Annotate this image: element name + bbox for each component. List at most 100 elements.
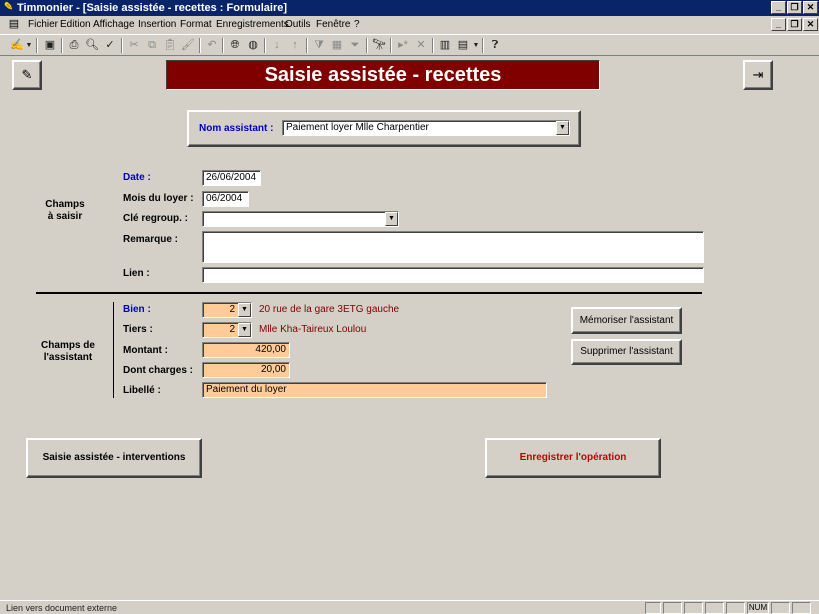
format-painter-icon[interactable]: 🖌︎ — [179, 37, 197, 54]
status-panel — [663, 602, 682, 614]
view-dropdown-icon[interactable]: ▼ — [25, 37, 33, 54]
status-panel — [771, 602, 790, 614]
exit-door-icon: ⇥ — [752, 67, 764, 82]
menu-fenetre[interactable]: Fenêtre — [316, 18, 350, 31]
save-icon[interactable]: ▣ — [41, 37, 59, 54]
charges-field[interactable]: 20,00 — [202, 362, 290, 378]
apply-filter-icon[interactable]: ⏷ — [346, 37, 364, 54]
filter-by-form-icon[interactable]: ▦ — [328, 37, 346, 54]
supprimer-assistant-button[interactable]: Supprimer l'assistant — [571, 339, 682, 365]
database-window-icon[interactable]: ▥ — [436, 37, 454, 54]
assistant-dropdown-icon[interactable]: ▼ — [556, 121, 569, 135]
cle-regroup-combobox[interactable] — [202, 211, 399, 227]
mois-loyer-label: Mois du loyer : — [123, 193, 194, 204]
date-label: Date : — [123, 172, 151, 183]
restore-icon[interactable]: ❐ — [787, 1, 802, 14]
tiers-label: Tiers : — [123, 324, 153, 335]
spelling-icon[interactable]: ✓ — [101, 37, 119, 54]
toolbar-separator — [366, 38, 368, 53]
toolbar-separator — [482, 38, 484, 53]
menu-insertion[interactable]: Insertion — [138, 18, 176, 31]
toolbar-separator — [222, 38, 224, 53]
menu-affichage[interactable]: Affichage — [93, 18, 135, 31]
doc-minimize-icon[interactable]: _ — [771, 18, 786, 31]
new-object-dropdown-icon[interactable]: ▼ — [472, 37, 480, 54]
form-title: Saisie assistée - recettes — [166, 60, 600, 90]
close-icon[interactable]: ✕ — [803, 1, 818, 14]
assistant-combobox[interactable]: Paiement loyer Mlle Charpentier — [282, 120, 570, 136]
num-lock-indicator: NUM — [747, 602, 769, 614]
toolbar-separator — [306, 38, 308, 53]
bien-value: 2 — [229, 304, 235, 315]
cle-regroup-label: Clé regroup. : — [123, 213, 189, 224]
vertical-divider — [113, 302, 114, 398]
web-toolbar-icon[interactable]: ◍ — [244, 37, 262, 54]
toolbar-separator — [36, 38, 38, 53]
tiers-value: 2 — [229, 324, 235, 335]
exit-button[interactable]: ⇥ — [743, 60, 773, 90]
doc-close-icon[interactable]: ✕ — [803, 18, 818, 31]
montant-label: Montant : — [123, 345, 168, 356]
cut-icon[interactable]: ✂ — [125, 37, 143, 54]
delete-record-icon[interactable]: ✕ — [412, 37, 430, 54]
tiers-dropdown-icon[interactable]: ▼ — [238, 323, 251, 337]
doc-restore-icon[interactable]: ❐ — [787, 18, 802, 31]
toolbar-separator — [199, 38, 201, 53]
menu-outils[interactable]: Outils — [285, 18, 311, 31]
filter-by-selection-icon[interactable]: ⧩ — [310, 37, 328, 54]
section-divider — [36, 292, 702, 294]
find-icon[interactable]: 🔭︎ — [370, 37, 388, 54]
new-object-icon[interactable]: ▤ — [454, 37, 472, 54]
montant-field[interactable]: 420,00 — [202, 342, 290, 358]
menu-format[interactable]: Format — [180, 18, 212, 31]
menu-help[interactable]: ? — [354, 18, 360, 31]
form-icon[interactable]: ▤ — [8, 18, 20, 30]
help-icon: ✎ — [21, 67, 33, 82]
copy-icon[interactable]: ⧉ — [143, 37, 161, 54]
libelle-label: Libellé : — [123, 385, 161, 396]
remarque-field[interactable] — [202, 231, 704, 263]
toolbar-separator — [390, 38, 392, 53]
toolbar-separator — [61, 38, 63, 53]
paste-icon[interactable]: 📋︎ — [161, 37, 179, 54]
lien-label: Lien : — [123, 268, 150, 279]
sort-ascending-icon[interactable]: ↓ — [268, 37, 286, 54]
bien-label: Bien : — [123, 304, 151, 315]
saisie-interventions-button[interactable]: Saisie assistée - interventions — [26, 438, 202, 478]
status-panel — [705, 602, 724, 614]
lien-field[interactable] — [202, 267, 704, 283]
undo-icon[interactable]: ↶ — [203, 37, 221, 54]
sort-descending-icon[interactable]: ↑ — [286, 37, 304, 54]
section-champs-assistant: Champs de l'assistant — [41, 340, 95, 363]
memoriser-assistant-button[interactable]: Mémoriser l'assistant — [571, 307, 682, 334]
remarque-label: Remarque : — [123, 234, 179, 245]
menu-fichier[interactable]: Fichier — [28, 18, 58, 31]
status-text: Lien vers document externe — [6, 603, 118, 613]
libelle-field[interactable]: Paiement du loyer — [202, 382, 547, 398]
mois-loyer-field[interactable]: 06/2004 — [202, 191, 249, 207]
help-button[interactable]: ✎ — [12, 60, 42, 90]
date-field[interactable]: 26/06/2004 — [202, 170, 261, 186]
toolbar-separator — [432, 38, 434, 53]
toolbar-separator — [264, 38, 266, 53]
tiers-description: Mlle Kha-Taireux Loulou — [259, 324, 367, 335]
view-icon[interactable]: ✍ — [8, 37, 26, 54]
print-preview-icon[interactable]: 🔍︎ — [83, 37, 101, 54]
enregistrer-operation-button[interactable]: Enregistrer l'opération — [485, 438, 661, 478]
minimize-icon[interactable]: _ — [771, 1, 786, 14]
status-panel — [726, 602, 745, 614]
window-title-bar[interactable]: ✎ Timmonier - [Saisie assistée - recette… — [0, 0, 819, 16]
status-bar: Lien vers document externe NUM — [0, 600, 819, 614]
toolbar: ✍ ▼ ▣ ⎙ 🔍︎ ✓ ✂ ⧉ 📋︎ 🖌︎ ↶ 🌐︎ ◍ ↓ ↑ ⧩ ▦ ⏷ … — [0, 34, 819, 56]
window-title: Timmonier - [Saisie assistée - recettes … — [17, 2, 288, 14]
new-record-icon[interactable]: ▸* — [394, 37, 412, 54]
insert-hyperlink-icon[interactable]: 🌐︎ — [226, 37, 244, 54]
print-icon[interactable]: ⎙ — [65, 37, 83, 54]
menu-edition[interactable]: Edition — [60, 18, 91, 31]
menu-bar: ▤ Fichier Edition Affichage Insertion Fo… — [0, 16, 819, 33]
status-panel — [684, 602, 703, 614]
menu-enregistrements[interactable]: Enregistrements — [216, 18, 289, 31]
help-toolbar-icon[interactable]: ❓︎ — [486, 37, 504, 54]
bien-dropdown-icon[interactable]: ▼ — [238, 303, 251, 317]
cle-regroup-dropdown-icon[interactable]: ▼ — [385, 212, 398, 226]
